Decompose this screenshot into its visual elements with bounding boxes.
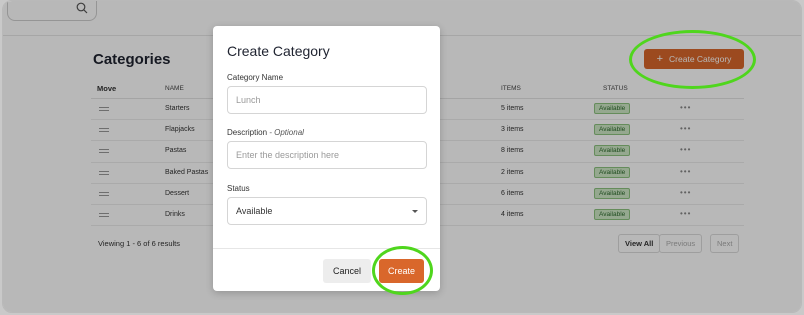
dialog-title: Create Category <box>227 43 330 59</box>
dialog-divider <box>213 248 440 249</box>
category-name-input[interactable] <box>227 86 427 114</box>
optional-hint: - Optional <box>267 128 304 137</box>
chevron-down-icon <box>412 209 418 213</box>
description-input[interactable] <box>227 141 427 169</box>
app-frame: Categories + Create Category Move NAME I… <box>2 0 802 313</box>
status-select[interactable]: Available <box>227 197 427 225</box>
category-name-label: Category Name <box>227 73 284 82</box>
description-label: Description - Optional <box>227 128 304 137</box>
status-select-value: Available <box>236 206 273 216</box>
status-label: Status <box>227 184 250 193</box>
description-label-text: Description <box>227 128 268 137</box>
cancel-button[interactable]: Cancel <box>323 259 371 283</box>
create-category-dialog: Create Category Category Name Descriptio… <box>213 26 440 291</box>
create-button[interactable]: Create <box>379 259 424 283</box>
